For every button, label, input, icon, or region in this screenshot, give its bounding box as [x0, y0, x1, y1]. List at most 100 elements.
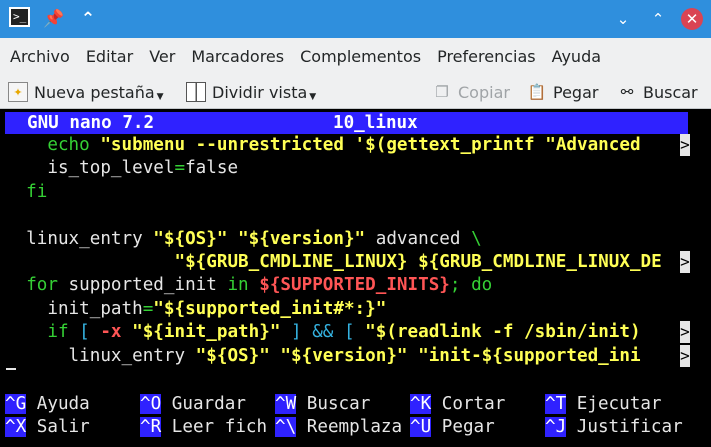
keep-above-icon[interactable]: ⌃: [76, 7, 100, 31]
shortcut-label: Buscar: [296, 394, 371, 414]
shortcut-item[interactable]: ^W Buscar: [275, 393, 370, 416]
toolbar: ✦ Nueva pestaña ▼ Dividir vista ▼ ❐ Copi…: [0, 76, 711, 109]
copy-label: Copiar: [458, 82, 510, 102]
menu-bar: Archivo Editar Ver Marcadores Complement…: [0, 38, 711, 76]
shortcut-label: Cortar: [431, 394, 506, 414]
code-token: -x: [100, 322, 122, 343]
shortcut-label: Leer fich: [161, 417, 268, 437]
code-token: is_top_level: [5, 158, 175, 179]
code-line[interactable]: linux_entry "${OS}" "${version}" "init-$…: [5, 345, 641, 368]
menu-editar[interactable]: Editar: [78, 38, 141, 76]
code-line[interactable]: for supported_init in ${SUPPORTED_INITS}…: [5, 274, 492, 297]
code-line[interactable]: is_top_level=false: [5, 157, 238, 180]
shortcut-key: ^U: [410, 417, 432, 437]
terminal-area[interactable]: GNU nano 7.2 10_linux echo "submenu --un…: [0, 109, 711, 447]
shortcut-item[interactable]: ^K Cortar: [410, 393, 505, 416]
pin-icon[interactable]: 📌: [42, 7, 66, 31]
shortcut-label: Reemplaza: [296, 417, 403, 437]
shortcut-item[interactable]: ^X Salir: [5, 416, 90, 439]
nano-header: GNU nano 7.2 10_linux: [5, 112, 688, 134]
new-tab-dropdown-icon[interactable]: ▼: [157, 92, 164, 102]
code-token: [: [68, 322, 101, 343]
code-token: in: [227, 275, 249, 296]
search-label: Buscar: [643, 82, 698, 102]
shortcut-item[interactable]: ^T Ejecutar: [545, 393, 662, 416]
code-token: "submenu --unrestricted '$(gettext_print…: [100, 135, 641, 155]
overflow-marker: >: [680, 321, 690, 344]
shortcut-item[interactable]: ^R Leer fich: [140, 416, 267, 439]
nano-version: GNU nano 7.2: [27, 113, 155, 133]
code-line[interactable]: echo "submenu --unrestricted '$(gettext_…: [5, 134, 641, 157]
binoculars-icon: ⚯: [620, 83, 634, 101]
shortcut-key: ^X: [5, 417, 27, 437]
paste-button[interactable]: 📋 Pegar: [527, 76, 599, 108]
shortcut-item[interactable]: ^U Pegar: [410, 416, 495, 439]
menu-archivo[interactable]: Archivo: [0, 38, 78, 76]
shortcut-item[interactable]: ^\ Reemplaza: [275, 416, 402, 439]
search-button[interactable]: ⚯ Buscar: [617, 76, 698, 108]
shortcut-item[interactable]: ^J Justificar: [545, 416, 683, 439]
shortcut-label: Ejecutar: [566, 394, 662, 414]
text-cursor: [6, 368, 16, 370]
code-token: ${SUPPORTED_INITS}: [259, 275, 450, 296]
code-line[interactable]: init_path="${supported_init#*:}": [5, 298, 386, 321]
menu-ayuda[interactable]: Ayuda: [544, 38, 609, 76]
shortcut-label: Salir: [26, 417, 90, 437]
shortcut-key: ^G: [5, 394, 27, 414]
new-tab-button[interactable]: ✦ Nueva pestaña ▼: [8, 76, 164, 108]
shortcut-label: Ayuda: [26, 394, 90, 414]
code-line[interactable]: fi: [5, 181, 47, 204]
shortcut-key: ^R: [140, 417, 162, 437]
shortcut-item[interactable]: ^O Guardar: [140, 393, 246, 416]
code-token: "${OS}" "${version}": [153, 228, 366, 249]
code-token: if: [47, 322, 69, 343]
shortcut-key: ^O: [140, 394, 162, 414]
terminal-icon: >_: [9, 7, 30, 27]
shortcut-label: Guardar: [161, 394, 246, 414]
paste-icon: 📋: [527, 83, 547, 101]
paste-label: Pegar: [553, 82, 599, 102]
copy-button[interactable]: ❐ Copiar: [432, 76, 510, 108]
shortcut-key: ^W: [275, 394, 297, 414]
new-tab-label: Nueva pestaña: [34, 82, 155, 102]
menu-complementos[interactable]: Complementos: [292, 38, 429, 76]
code-token: \: [471, 228, 482, 249]
code-token: "${init_path}": [132, 322, 281, 343]
shortcut-item[interactable]: ^G Ayuda: [5, 393, 90, 416]
code-token: fi: [5, 181, 48, 202]
shortcut-label: Justificar: [566, 417, 683, 437]
close-icon[interactable]: ✕: [681, 8, 703, 30]
code-line[interactable]: if [ -x "${init_path}" ] && [ "$(readlin…: [5, 321, 641, 344]
split-view-icon: [186, 82, 206, 102]
shortcut-key: ^T: [545, 394, 567, 414]
code-token: =: [142, 298, 154, 319]
window-titlebar[interactable]: >_ 📌 ⌃ ⌄ ⌃ ✕: [0, 0, 711, 38]
code-token: for: [26, 275, 58, 296]
code-token: init_path: [5, 298, 143, 319]
split-view-dropdown-icon[interactable]: ▼: [309, 92, 316, 102]
code-token: =: [174, 158, 186, 179]
code-line[interactable]: "${GRUB_CMDLINE_LINUX} ${GRUB_CMDLINE_LI…: [5, 251, 661, 274]
overflow-marker: >: [680, 344, 690, 367]
menu-marcadores[interactable]: Marcadores: [183, 38, 292, 76]
code-token: linux_entry: [5, 228, 154, 249]
shortcut-key: ^\: [275, 417, 297, 437]
split-view-label: Dividir vista: [212, 82, 308, 102]
code-line[interactable]: linux_entry "${OS}" "${version}" advance…: [5, 228, 482, 251]
code-token: false: [185, 158, 239, 179]
code-token: "$(readlink -f /sbin/init): [365, 322, 641, 343]
minimize-icon[interactable]: ⌄: [612, 8, 634, 30]
menu-ver[interactable]: Ver: [141, 38, 183, 76]
maximize-icon[interactable]: ⌃: [647, 8, 669, 30]
split-view-button[interactable]: Dividir vista ▼: [186, 76, 316, 108]
menu-preferencias[interactable]: Preferencias: [429, 38, 544, 76]
overflow-marker: >: [680, 251, 690, 273]
code-token: ; do: [449, 275, 493, 296]
shortcut-key: ^J: [545, 417, 567, 437]
new-tab-icon: ✦: [8, 82, 28, 102]
copy-icon: ❐: [435, 83, 449, 101]
